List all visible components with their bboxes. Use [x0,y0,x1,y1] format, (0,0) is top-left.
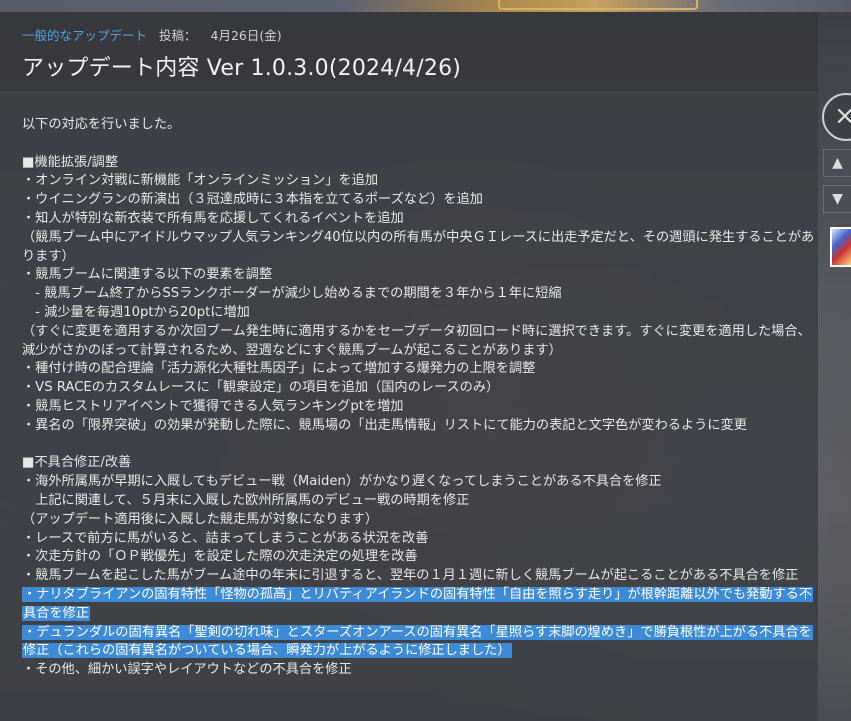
list-item: - 減少量を毎週10ptから20ptに増加 [22,304,250,320]
section-heading: ■不具合修正/改善 [22,455,132,471]
selected-text[interactable]: ・ナリタブライアンの固有特性「怪物の孤高」とリバティアイランドの固有特性「自由を… [22,586,814,621]
scroll-up-button[interactable]: ▲ [823,149,851,177]
list-item: ・オンライン対戦に新機能「オンラインミッション」を追加 [22,173,379,189]
banner-ornament [498,0,698,10]
page-title: アップデート内容 Ver 1.0.3.0(2024/4/26) [22,56,462,81]
list-item: ・種付け時の配合理論「活力源化大種牡馬因子」によって増加する爆発力の上限を調整 [22,361,536,377]
list-item: （すぐに変更を適用するか次回ブーム発生時に適用するかをセーブデータ初回ロード時に… [22,323,811,358]
selected-text[interactable]: ・デュランダルの固有異名「聖剣の切れ味」とスターズオンアースの固有異名「星照らす… [22,624,813,659]
list-item: ・競馬ブームに関連する以下の要素を調整 [22,267,273,283]
category-link[interactable]: 一般的なアップデート [22,28,147,43]
list-item: - 競馬ブーム終了からSSランクボーダーが減少し始めるまでの期間を３年から１年に… [22,286,562,302]
list-item: ・海外所属馬が早期に入厩してもデビュー戦（Maiden）がかなり遅くなってしまう… [22,474,662,490]
list-item: ・次走方針の「ＯＰ戦優先」を設定した際の次走決定の処理を改善 [22,549,418,565]
list-item-highlighted: ・デュランダルの固有異名「聖剣の切れ味」とスターズオンアースの固有異名「星照らす… [22,624,822,662]
list-item-highlighted: ・ナリタブライアンの固有特性「怪物の孤高」とリバティアイランドの固有特性「自由を… [22,586,822,624]
posted-label: 投稿： [159,28,197,43]
section-heading: ■機能拡張/調整 [22,154,119,170]
arrow-down-icon: ▼ [832,191,843,207]
list-item: ・VS RACEのカスタムレースに「観衆設定」の項目を追加（国内のレースのみ） [22,380,500,396]
arrow-up-icon: ▲ [832,155,843,171]
news-thumbnail[interactable] [830,227,851,267]
list-item: ・レースで前方に馬がいると、詰まってしまうことがある状況を改善 [22,530,429,546]
close-icon: × [834,101,851,131]
post-date: 4月26日(金) [210,28,282,43]
list-item: ・競馬ブームを起こした馬がブーム途中の年末に引退すると、翌年の１月１週に新しく競… [22,568,799,584]
list-item: （アップデート適用後に入厩した競走馬が対象になります） [22,511,379,527]
list-item: ・競馬ヒストリアイベントで獲得できる人気ランキングptを増加 [22,398,404,414]
news-body: 以下の対応を行いました。 ■機能拡張/調整 ・オンライン対戦に新機能「オンライン… [22,116,822,680]
intro-text: 以下の対応を行いました。 [22,117,181,132]
news-panel: 一般的なアップデート 投稿： 4月26日(金) アップデート内容 Ver 1.0… [0,12,818,721]
list-item: ・その他、細かい誤字やレイアウトなどの不具合を修正 [22,662,352,678]
banner-strip [0,0,851,12]
list-item: ・知人が特別な新衣装で所有馬を応援してくれるイベントを追加 [22,210,404,226]
post-meta: 一般的なアップデート 投稿： 4月26日(金) [22,25,282,44]
list-item: 上記に関連して、５月末に入厩した欧州所属馬のデビュー戦の時期を修正 [22,492,470,508]
list-item: （競馬ブーム中にアイドルウマップ人気ランキング40位以内の所有馬が中央ＧＩレース… [22,229,815,264]
list-item: ・異名の「限界突破」の効果が発動した際に、競馬場の「出走馬情報」リストにて能力の… [22,417,747,433]
list-item: ・ウイニングランの新演出（３冠達成時に３本指を立てるポーズなど）を追加 [22,192,483,208]
news-header: 一般的なアップデート 投稿： 4月26日(金) アップデート内容 Ver 1.0… [0,12,818,93]
scroll-down-button[interactable]: ▼ [823,185,851,213]
